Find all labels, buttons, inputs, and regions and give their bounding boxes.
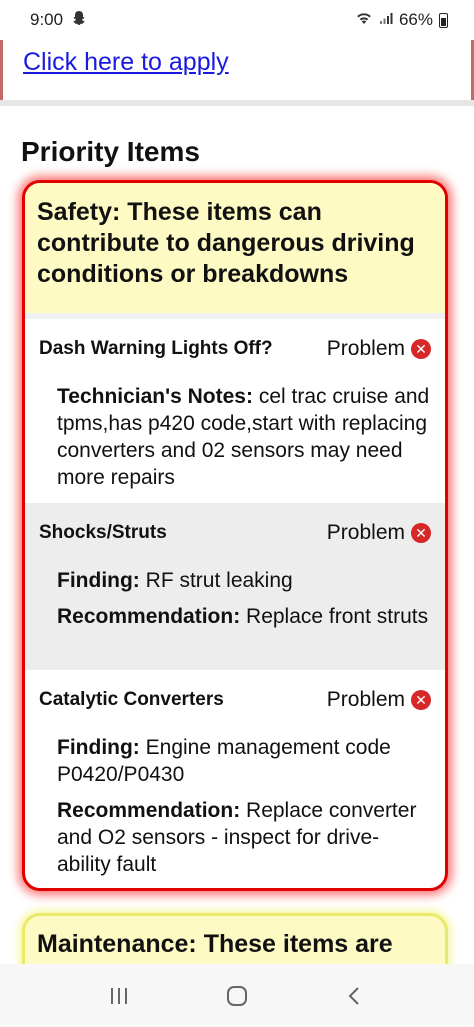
- status-label: Problem: [326, 337, 405, 360]
- status-bar: 9:00 66%: [0, 0, 474, 40]
- status-label: Problem: [326, 688, 405, 711]
- apply-link[interactable]: Click here to apply: [23, 48, 229, 77]
- field-label: Recommendation:: [57, 799, 241, 822]
- section-title: Priority Items: [21, 136, 200, 167]
- field-value: RF strut leaking: [139, 569, 293, 592]
- item-name: Shocks/Struts: [39, 522, 167, 543]
- battery-icon: [439, 12, 448, 28]
- safety-header: Safety: These items can contribute to da…: [25, 183, 445, 313]
- status-badge: Problem ✕: [327, 688, 431, 712]
- wifi-icon: [355, 11, 373, 29]
- navigation-bar: [0, 964, 474, 1027]
- inspection-item[interactable]: Shocks/Struts Problem ✕ Finding: RF stru…: [25, 503, 445, 670]
- page-content: Click here to apply Priority Items Safet…: [0, 40, 474, 964]
- field-label: Technician's Notes:: [57, 385, 253, 408]
- back-icon: [348, 986, 359, 1005]
- inspection-item[interactable]: Catalytic Converters Problem ✕ Finding: …: [25, 670, 445, 888]
- signal-icon: [379, 11, 393, 29]
- safety-card: Safety: These items can contribute to da…: [22, 180, 448, 891]
- status-label: Problem: [326, 521, 405, 544]
- status-badge: Problem ✕: [327, 521, 431, 545]
- item-field: Recommendation: Replace converter and O2…: [57, 797, 431, 878]
- item-field: Finding: RF strut leaking: [57, 567, 431, 594]
- apply-banner: Click here to apply: [0, 40, 474, 100]
- x-circle-icon: ✕: [411, 690, 431, 710]
- back-button[interactable]: [335, 976, 375, 1016]
- home-icon: [227, 985, 247, 1006]
- maintenance-card: Maintenance: These items are: [22, 913, 448, 964]
- divider: [0, 100, 474, 106]
- item-name: Dash Warning Lights Off?: [39, 338, 273, 359]
- item-field: Finding: Engine management code P0420/P0…: [57, 734, 431, 788]
- x-circle-icon: ✕: [411, 339, 431, 359]
- status-badge: Problem ✕: [327, 337, 431, 361]
- field-value: Replace front struts: [240, 605, 429, 628]
- field-label: Recommendation:: [57, 605, 241, 628]
- item-field: Technician's Notes: cel trac cruise and …: [57, 383, 431, 491]
- battery-percent: 66%: [398, 10, 433, 29]
- recent-apps-icon: [111, 987, 127, 1004]
- home-button[interactable]: [217, 976, 257, 1016]
- recent-apps-button[interactable]: [99, 976, 139, 1016]
- field-label: Finding:: [57, 736, 140, 759]
- field-label: Finding:: [57, 569, 140, 592]
- item-field: Recommendation: Replace front struts: [57, 603, 431, 630]
- x-circle-icon: ✕: [411, 523, 431, 543]
- status-time: 9:00: [30, 10, 64, 29]
- snapchat-icon: [71, 10, 87, 30]
- item-name: Catalytic Converters: [39, 689, 224, 710]
- maintenance-header: Maintenance: These items are: [37, 930, 393, 958]
- inspection-item[interactable]: Dash Warning Lights Off? Problem ✕ Techn…: [25, 319, 445, 503]
